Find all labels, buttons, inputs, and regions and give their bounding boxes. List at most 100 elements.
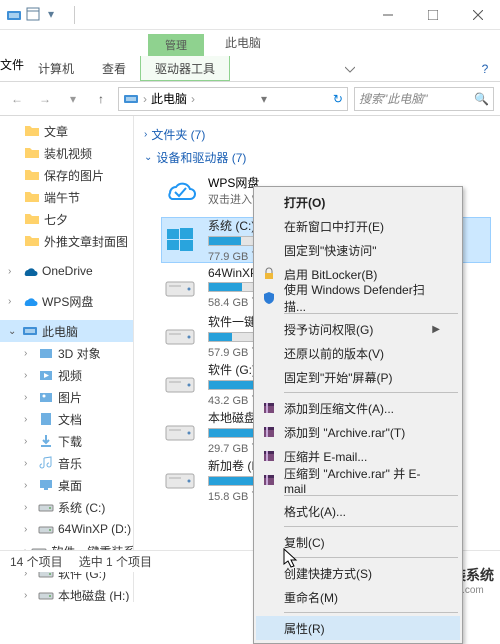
tree-quick-item[interactable]: 外推文章封面图: [0, 230, 133, 252]
context-menu-item[interactable]: 打开(O): [256, 190, 460, 214]
tree-pc-item[interactable]: › 图片: [0, 386, 133, 408]
status-item-count: 14 个项目: [10, 553, 63, 570]
tree-pc-item[interactable]: › 文档: [0, 408, 133, 430]
this-pc-icon: [22, 323, 38, 339]
search-placeholder: 搜索"此电脑": [359, 90, 428, 107]
tree-label: 七夕: [44, 211, 68, 228]
ribbon-help-icon[interactable]: ?: [470, 56, 500, 81]
qat-separator: [74, 6, 75, 24]
group-devices[interactable]: ⌄ 设备和驱动器 (7): [144, 149, 490, 166]
chevron-right-icon[interactable]: ›: [24, 414, 34, 425]
nav-up-button[interactable]: ↑: [90, 88, 112, 110]
tree-quick-item[interactable]: 装机视频: [0, 142, 133, 164]
tree-drive-item[interactable]: › 64WinXP (D:): [0, 518, 133, 540]
chevron-right-icon[interactable]: ›: [24, 370, 34, 381]
chevron-right-icon[interactable]: ›: [24, 524, 34, 535]
tree-wps[interactable]: › WPS网盘: [0, 290, 133, 312]
tree-onedrive[interactable]: › OneDrive: [0, 260, 133, 282]
tree-this-pc[interactable]: ⌄ 此电脑: [0, 320, 133, 342]
chevron-right-icon[interactable]: ›: [8, 266, 18, 277]
context-menu-item[interactable]: 在新窗口中打开(E): [256, 214, 460, 238]
context-menu-item[interactable]: 添加到压缩文件(A)...: [256, 396, 460, 420]
context-menu-item[interactable]: 使用 Windows Defender扫描...: [256, 286, 460, 310]
chevron-right-icon[interactable]: ›: [24, 436, 34, 447]
chevron-right-icon[interactable]: ›: [24, 480, 34, 491]
tree-label: 3D 对象: [58, 345, 101, 362]
menu-item-label: 重命名(M): [284, 589, 338, 606]
folder-icon: [24, 211, 40, 227]
chevron-down-icon[interactable]: ⌄: [8, 326, 18, 337]
app-icon: [6, 7, 22, 23]
wps-cloud-icon: [162, 172, 198, 208]
ribbon-expand-icon[interactable]: [335, 56, 365, 81]
menu-item-label: 压缩到 "Archive.rar" 并 E-mail: [284, 465, 440, 496]
chevron-right-icon[interactable]: ›: [24, 392, 34, 403]
tree-pc-item[interactable]: › 下载: [0, 430, 133, 452]
context-menu-item[interactable]: 属性(R): [256, 616, 460, 640]
nav-recent-dropdown[interactable]: ▾: [62, 88, 84, 110]
ribbon-tab-file[interactable]: 文件: [0, 56, 24, 81]
tree-drive-item[interactable]: › 系统 (C:): [0, 496, 133, 518]
tree-label: OneDrive: [42, 264, 93, 278]
tree-pc-item[interactable]: › 桌面: [0, 474, 133, 496]
chevron-right-icon[interactable]: ›: [24, 458, 34, 469]
minimize-button[interactable]: [365, 0, 410, 30]
tree-label: WPS网盘: [42, 293, 93, 310]
tree-pc-item[interactable]: › 音乐: [0, 452, 133, 474]
tree-pc-item[interactable]: › 视频: [0, 364, 133, 386]
breadcrumb-chevron-icon[interactable]: ›: [143, 92, 147, 106]
breadcrumb-chevron-icon[interactable]: ›: [191, 92, 195, 106]
address-bar[interactable]: › 此电脑 › ▾ ↻: [118, 87, 348, 111]
nav-forward-button[interactable]: →: [34, 88, 56, 110]
address-dropdown-icon[interactable]: ▾: [261, 92, 267, 106]
tree-quick-item[interactable]: 端午节: [0, 186, 133, 208]
tree-label: 装机视频: [44, 145, 92, 162]
chevron-right-icon[interactable]: ›: [24, 590, 34, 601]
tree-label: 保存的图片: [44, 167, 104, 184]
context-menu-item[interactable]: 复制(C): [256, 530, 460, 554]
context-menu-item[interactable]: 还原以前的版本(V): [256, 341, 460, 365]
onedrive-icon: [22, 263, 38, 279]
chevron-right-icon[interactable]: ›: [144, 129, 147, 140]
bitlocker-icon: [261, 266, 277, 282]
breadcrumb-text[interactable]: 此电脑: [151, 90, 187, 107]
tree-drive-item[interactable]: › 本地磁盘 (H:): [0, 584, 133, 602]
search-box[interactable]: 搜索"此电脑" 🔍: [354, 87, 494, 111]
tree-label: 端午节: [44, 189, 80, 206]
drive-icon: [38, 521, 54, 537]
ribbon-tab-view[interactable]: 查看: [88, 56, 140, 81]
close-button[interactable]: [455, 0, 500, 30]
group-folders[interactable]: › 文件夹 (7): [144, 126, 490, 143]
tree-quick-item[interactable]: 保存的图片: [0, 164, 133, 186]
chevron-down-icon[interactable]: ⌄: [144, 152, 152, 163]
windows-logo-icon: [162, 222, 198, 258]
ribbon-tab-drive-tools[interactable]: 驱动器工具: [140, 56, 230, 81]
context-menu-item[interactable]: 重命名(M): [256, 585, 460, 609]
chevron-right-icon[interactable]: ›: [24, 348, 34, 359]
context-menu-item[interactable]: 授予访问权限(G) ▶: [256, 317, 460, 341]
qat-properties-icon[interactable]: [26, 7, 42, 23]
ribbon-tab-computer[interactable]: 计算机: [24, 56, 88, 81]
address-thispc-icon: [123, 91, 139, 107]
context-menu-item[interactable]: 固定到"快速访问": [256, 238, 460, 262]
nav-back-button[interactable]: ←: [6, 88, 28, 110]
menu-item-label: 格式化(A)...: [284, 503, 346, 520]
tree-pc-item[interactable]: › 3D 对象: [0, 342, 133, 364]
context-menu-item[interactable]: 压缩到 "Archive.rar" 并 E-mail: [256, 468, 460, 492]
maximize-button[interactable]: [410, 0, 455, 30]
context-menu-item[interactable]: 格式化(A)...: [256, 499, 460, 523]
context-menu-item[interactable]: 创建快捷方式(S): [256, 561, 460, 585]
context-menu-item[interactable]: 添加到 "Archive.rar"(T): [256, 420, 460, 444]
group-label: 设备和驱动器 (7): [156, 149, 246, 166]
qat-dropdown-icon[interactable]: ▾: [48, 7, 64, 23]
context-menu-item[interactable]: 固定到"开始"屏幕(P): [256, 365, 460, 389]
refresh-button[interactable]: ↻: [333, 92, 343, 106]
search-icon[interactable]: 🔍: [474, 92, 489, 106]
tree-quick-item[interactable]: 七夕: [0, 208, 133, 230]
drive-icon: [162, 462, 198, 498]
chevron-right-icon[interactable]: ›: [24, 502, 34, 513]
library-icon: [38, 345, 54, 361]
titlebar: ▾: [0, 0, 500, 30]
chevron-right-icon[interactable]: ›: [8, 296, 18, 307]
tree-quick-item[interactable]: 文章: [0, 120, 133, 142]
